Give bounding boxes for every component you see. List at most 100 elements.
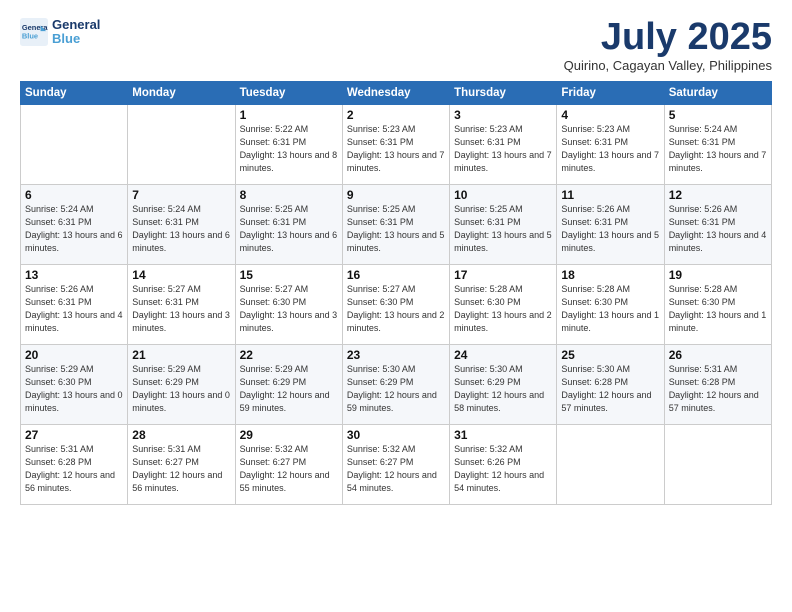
day-number: 11 bbox=[561, 188, 659, 202]
cell-info: Sunrise: 5:29 AM Sunset: 6:30 PM Dayligh… bbox=[25, 363, 123, 415]
day-number: 1 bbox=[240, 108, 338, 122]
cell-info: Sunrise: 5:28 AM Sunset: 6:30 PM Dayligh… bbox=[454, 283, 552, 335]
calendar-table: SundayMondayTuesdayWednesdayThursdayFrid… bbox=[20, 81, 772, 505]
calendar-cell: 5Sunrise: 5:24 AM Sunset: 6:31 PM Daylig… bbox=[664, 105, 771, 185]
calendar-cell: 3Sunrise: 5:23 AM Sunset: 6:31 PM Daylig… bbox=[450, 105, 557, 185]
calendar-cell: 15Sunrise: 5:27 AM Sunset: 6:30 PM Dayli… bbox=[235, 265, 342, 345]
cell-info: Sunrise: 5:26 AM Sunset: 6:31 PM Dayligh… bbox=[25, 283, 123, 335]
cell-info: Sunrise: 5:24 AM Sunset: 6:31 PM Dayligh… bbox=[669, 123, 767, 175]
day-number: 6 bbox=[25, 188, 123, 202]
day-number: 17 bbox=[454, 268, 552, 282]
cell-info: Sunrise: 5:26 AM Sunset: 6:31 PM Dayligh… bbox=[561, 203, 659, 255]
calendar-cell: 25Sunrise: 5:30 AM Sunset: 6:28 PM Dayli… bbox=[557, 345, 664, 425]
cell-info: Sunrise: 5:30 AM Sunset: 6:29 PM Dayligh… bbox=[347, 363, 445, 415]
cell-info: Sunrise: 5:29 AM Sunset: 6:29 PM Dayligh… bbox=[132, 363, 230, 415]
day-number: 14 bbox=[132, 268, 230, 282]
day-number: 3 bbox=[454, 108, 552, 122]
calendar-cell: 10Sunrise: 5:25 AM Sunset: 6:31 PM Dayli… bbox=[450, 185, 557, 265]
cell-info: Sunrise: 5:23 AM Sunset: 6:31 PM Dayligh… bbox=[347, 123, 445, 175]
cell-info: Sunrise: 5:23 AM Sunset: 6:31 PM Dayligh… bbox=[454, 123, 552, 175]
cell-info: Sunrise: 5:30 AM Sunset: 6:28 PM Dayligh… bbox=[561, 363, 659, 415]
calendar-cell: 1Sunrise: 5:22 AM Sunset: 6:31 PM Daylig… bbox=[235, 105, 342, 185]
calendar-cell: 27Sunrise: 5:31 AM Sunset: 6:28 PM Dayli… bbox=[21, 425, 128, 505]
weekday-header-wednesday: Wednesday bbox=[342, 82, 449, 105]
cell-info: Sunrise: 5:31 AM Sunset: 6:27 PM Dayligh… bbox=[132, 443, 230, 495]
day-number: 8 bbox=[240, 188, 338, 202]
day-number: 25 bbox=[561, 348, 659, 362]
calendar-cell: 7Sunrise: 5:24 AM Sunset: 6:31 PM Daylig… bbox=[128, 185, 235, 265]
cell-info: Sunrise: 5:22 AM Sunset: 6:31 PM Dayligh… bbox=[240, 123, 338, 175]
day-number: 5 bbox=[669, 108, 767, 122]
day-number: 27 bbox=[25, 428, 123, 442]
day-number: 18 bbox=[561, 268, 659, 282]
weekday-header-friday: Friday bbox=[557, 82, 664, 105]
calendar-cell: 8Sunrise: 5:25 AM Sunset: 6:31 PM Daylig… bbox=[235, 185, 342, 265]
day-number: 13 bbox=[25, 268, 123, 282]
cell-info: Sunrise: 5:27 AM Sunset: 6:30 PM Dayligh… bbox=[347, 283, 445, 335]
calendar-cell: 19Sunrise: 5:28 AM Sunset: 6:30 PM Dayli… bbox=[664, 265, 771, 345]
day-number: 4 bbox=[561, 108, 659, 122]
day-number: 21 bbox=[132, 348, 230, 362]
weekday-header-tuesday: Tuesday bbox=[235, 82, 342, 105]
calendar-cell: 29Sunrise: 5:32 AM Sunset: 6:27 PM Dayli… bbox=[235, 425, 342, 505]
cell-info: Sunrise: 5:25 AM Sunset: 6:31 PM Dayligh… bbox=[347, 203, 445, 255]
calendar-cell bbox=[21, 105, 128, 185]
day-number: 23 bbox=[347, 348, 445, 362]
calendar-cell: 11Sunrise: 5:26 AM Sunset: 6:31 PM Dayli… bbox=[557, 185, 664, 265]
calendar-cell: 31Sunrise: 5:32 AM Sunset: 6:26 PM Dayli… bbox=[450, 425, 557, 505]
calendar-cell: 26Sunrise: 5:31 AM Sunset: 6:28 PM Dayli… bbox=[664, 345, 771, 425]
cell-info: Sunrise: 5:29 AM Sunset: 6:29 PM Dayligh… bbox=[240, 363, 338, 415]
day-number: 10 bbox=[454, 188, 552, 202]
cell-info: Sunrise: 5:32 AM Sunset: 6:26 PM Dayligh… bbox=[454, 443, 552, 495]
calendar-cell: 17Sunrise: 5:28 AM Sunset: 6:30 PM Dayli… bbox=[450, 265, 557, 345]
svg-text:Blue: Blue bbox=[22, 32, 38, 41]
day-number: 30 bbox=[347, 428, 445, 442]
logo-text-blue: Blue bbox=[52, 32, 100, 46]
logo: General Blue General Blue bbox=[20, 18, 100, 47]
cell-info: Sunrise: 5:27 AM Sunset: 6:30 PM Dayligh… bbox=[240, 283, 338, 335]
cell-info: Sunrise: 5:28 AM Sunset: 6:30 PM Dayligh… bbox=[669, 283, 767, 335]
day-number: 28 bbox=[132, 428, 230, 442]
cell-info: Sunrise: 5:26 AM Sunset: 6:31 PM Dayligh… bbox=[669, 203, 767, 255]
calendar-cell bbox=[664, 425, 771, 505]
logo-text-general: General bbox=[52, 18, 100, 32]
calendar-cell: 9Sunrise: 5:25 AM Sunset: 6:31 PM Daylig… bbox=[342, 185, 449, 265]
cell-info: Sunrise: 5:28 AM Sunset: 6:30 PM Dayligh… bbox=[561, 283, 659, 335]
calendar-cell: 4Sunrise: 5:23 AM Sunset: 6:31 PM Daylig… bbox=[557, 105, 664, 185]
calendar-cell: 2Sunrise: 5:23 AM Sunset: 6:31 PM Daylig… bbox=[342, 105, 449, 185]
calendar-cell: 14Sunrise: 5:27 AM Sunset: 6:31 PM Dayli… bbox=[128, 265, 235, 345]
day-number: 19 bbox=[669, 268, 767, 282]
calendar-cell bbox=[557, 425, 664, 505]
cell-info: Sunrise: 5:27 AM Sunset: 6:31 PM Dayligh… bbox=[132, 283, 230, 335]
month-title: July 2025 bbox=[564, 18, 772, 56]
calendar-cell: 16Sunrise: 5:27 AM Sunset: 6:30 PM Dayli… bbox=[342, 265, 449, 345]
day-number: 15 bbox=[240, 268, 338, 282]
logo-icon: General Blue bbox=[20, 18, 48, 46]
cell-info: Sunrise: 5:31 AM Sunset: 6:28 PM Dayligh… bbox=[25, 443, 123, 495]
day-number: 22 bbox=[240, 348, 338, 362]
cell-info: Sunrise: 5:32 AM Sunset: 6:27 PM Dayligh… bbox=[347, 443, 445, 495]
day-number: 26 bbox=[669, 348, 767, 362]
location-subtitle: Quirino, Cagayan Valley, Philippines bbox=[564, 58, 772, 73]
cell-info: Sunrise: 5:23 AM Sunset: 6:31 PM Dayligh… bbox=[561, 123, 659, 175]
cell-info: Sunrise: 5:31 AM Sunset: 6:28 PM Dayligh… bbox=[669, 363, 767, 415]
calendar-cell: 20Sunrise: 5:29 AM Sunset: 6:30 PM Dayli… bbox=[21, 345, 128, 425]
calendar-cell bbox=[128, 105, 235, 185]
day-number: 7 bbox=[132, 188, 230, 202]
day-number: 9 bbox=[347, 188, 445, 202]
calendar-cell: 23Sunrise: 5:30 AM Sunset: 6:29 PM Dayli… bbox=[342, 345, 449, 425]
cell-info: Sunrise: 5:25 AM Sunset: 6:31 PM Dayligh… bbox=[454, 203, 552, 255]
day-number: 12 bbox=[669, 188, 767, 202]
title-block: July 2025 Quirino, Cagayan Valley, Phili… bbox=[564, 18, 772, 73]
weekday-header-monday: Monday bbox=[128, 82, 235, 105]
day-number: 16 bbox=[347, 268, 445, 282]
day-number: 24 bbox=[454, 348, 552, 362]
calendar-cell: 13Sunrise: 5:26 AM Sunset: 6:31 PM Dayli… bbox=[21, 265, 128, 345]
cell-info: Sunrise: 5:24 AM Sunset: 6:31 PM Dayligh… bbox=[132, 203, 230, 255]
calendar-cell: 22Sunrise: 5:29 AM Sunset: 6:29 PM Dayli… bbox=[235, 345, 342, 425]
day-number: 31 bbox=[454, 428, 552, 442]
day-number: 20 bbox=[25, 348, 123, 362]
cell-info: Sunrise: 5:32 AM Sunset: 6:27 PM Dayligh… bbox=[240, 443, 338, 495]
calendar-cell: 24Sunrise: 5:30 AM Sunset: 6:29 PM Dayli… bbox=[450, 345, 557, 425]
cell-info: Sunrise: 5:25 AM Sunset: 6:31 PM Dayligh… bbox=[240, 203, 338, 255]
